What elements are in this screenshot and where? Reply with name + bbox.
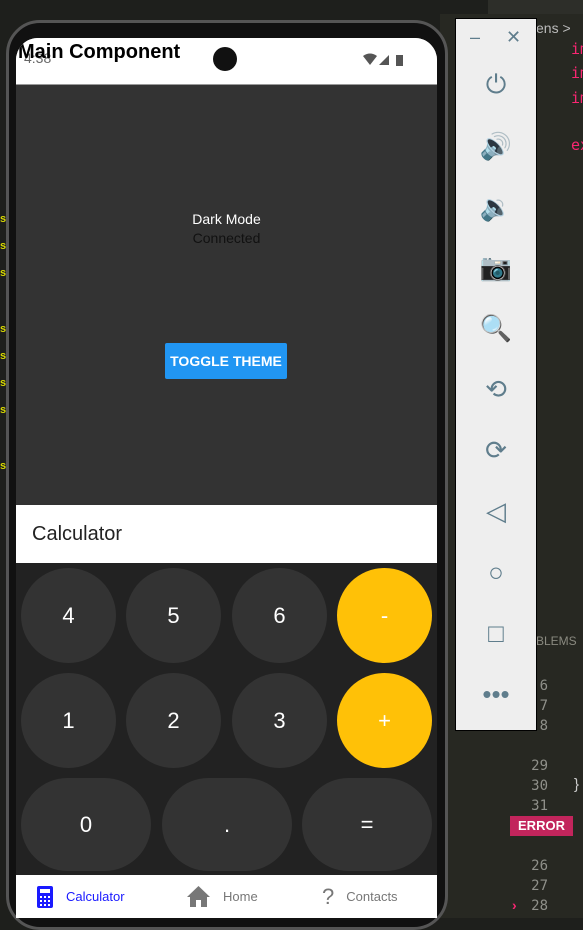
home-circle-icon[interactable]: ○ — [456, 552, 536, 592]
rotate-left-icon[interactable]: ⟲ — [456, 369, 536, 409]
close-button[interactable]: ✕ — [506, 27, 521, 48]
calculator-title: Calculator — [32, 523, 123, 545]
key-5[interactable]: 5 — [126, 568, 221, 663]
code-line[interactable]: im — [571, 40, 583, 58]
more-icon[interactable]: ••• — [456, 674, 536, 714]
camera-screenshot-icon[interactable]: 📷 — [456, 247, 536, 287]
error-badge: ERROR — [510, 816, 573, 836]
line-number: 30 — [531, 778, 548, 794]
rotate-right-icon[interactable]: ⟳ — [456, 430, 536, 470]
mode-label: Dark Mode — [192, 211, 261, 227]
code-line[interactable]: im — [571, 64, 583, 82]
key-1[interactable]: 1 — [21, 673, 116, 768]
key-6[interactable]: 6 — [232, 568, 327, 663]
camera-icon — [213, 47, 237, 71]
nav-calculator[interactable]: Calculator — [36, 875, 125, 918]
key-4[interactable]: 4 — [21, 568, 116, 663]
code-line[interactable]: im — [571, 89, 583, 107]
phone-screen: 4:38 Main Component Dark Mode Connected … — [16, 38, 437, 918]
zoom-icon[interactable]: 🔍 — [456, 308, 536, 348]
home-icon — [187, 886, 210, 907]
calculator-icon — [37, 885, 53, 908]
line-number: 28 — [531, 898, 548, 914]
editor-tab[interactable] — [488, 0, 583, 14]
problems-tab[interactable]: BLEMS — [536, 634, 577, 648]
back-icon[interactable]: ◁ — [456, 491, 536, 531]
key-2[interactable]: 2 — [126, 673, 221, 768]
nav-label: Calculator — [66, 889, 125, 904]
key-minus[interactable]: - — [337, 568, 432, 663]
code-line[interactable]: ex — [571, 136, 583, 154]
app-title: Main Component — [18, 41, 181, 63]
nav-home[interactable]: Home — [186, 875, 258, 918]
overview-icon[interactable]: □ — [456, 613, 536, 653]
key-3[interactable]: 3 — [232, 673, 327, 768]
line-number: 27 — [531, 878, 548, 894]
bottom-nav: Calculator Home ? Contacts — [16, 875, 437, 918]
toggle-theme-button[interactable]: TOGGLE THEME — [165, 343, 287, 379]
emulator-toolbar: – ✕ ⏻ 🔊 🔉 📷 🔍 ⟲ ⟳ ◁ ○ □ ••• — [455, 18, 537, 731]
theme-panel: Dark Mode Connected TOGGLE THEME — [16, 85, 437, 505]
line-number: 31 — [531, 798, 548, 814]
volume-up-icon[interactable]: 🔊 — [456, 126, 536, 166]
question-icon: ? — [322, 883, 335, 909]
key-decimal[interactable]: . — [162, 778, 292, 871]
signal-battery-icon — [363, 53, 403, 66]
power-icon[interactable]: ⏻ — [456, 65, 536, 105]
line-number: 26 — [531, 858, 548, 874]
volume-down-icon[interactable]: 🔉 — [456, 187, 536, 227]
key-equals[interactable]: = — [302, 778, 432, 871]
closing-brace: } — [574, 776, 580, 793]
line-number: 29 — [531, 758, 548, 774]
chevron-right-icon: › — [512, 897, 517, 913]
key-0[interactable]: 0 — [21, 778, 151, 871]
connection-status: Connected — [192, 230, 261, 246]
nav-label: Home — [223, 889, 258, 904]
nav-contacts[interactable]: ? Contacts — [322, 875, 398, 918]
minimize-button[interactable]: – — [470, 27, 480, 48]
key-plus[interactable]: + — [337, 673, 432, 768]
breadcrumb[interactable]: ens > — [536, 20, 571, 36]
calculator-header: Calculator — [16, 505, 437, 563]
keypad: 4 5 6 - 1 2 3 + 0 . = — [16, 563, 437, 875]
nav-label: Contacts — [346, 889, 398, 904]
